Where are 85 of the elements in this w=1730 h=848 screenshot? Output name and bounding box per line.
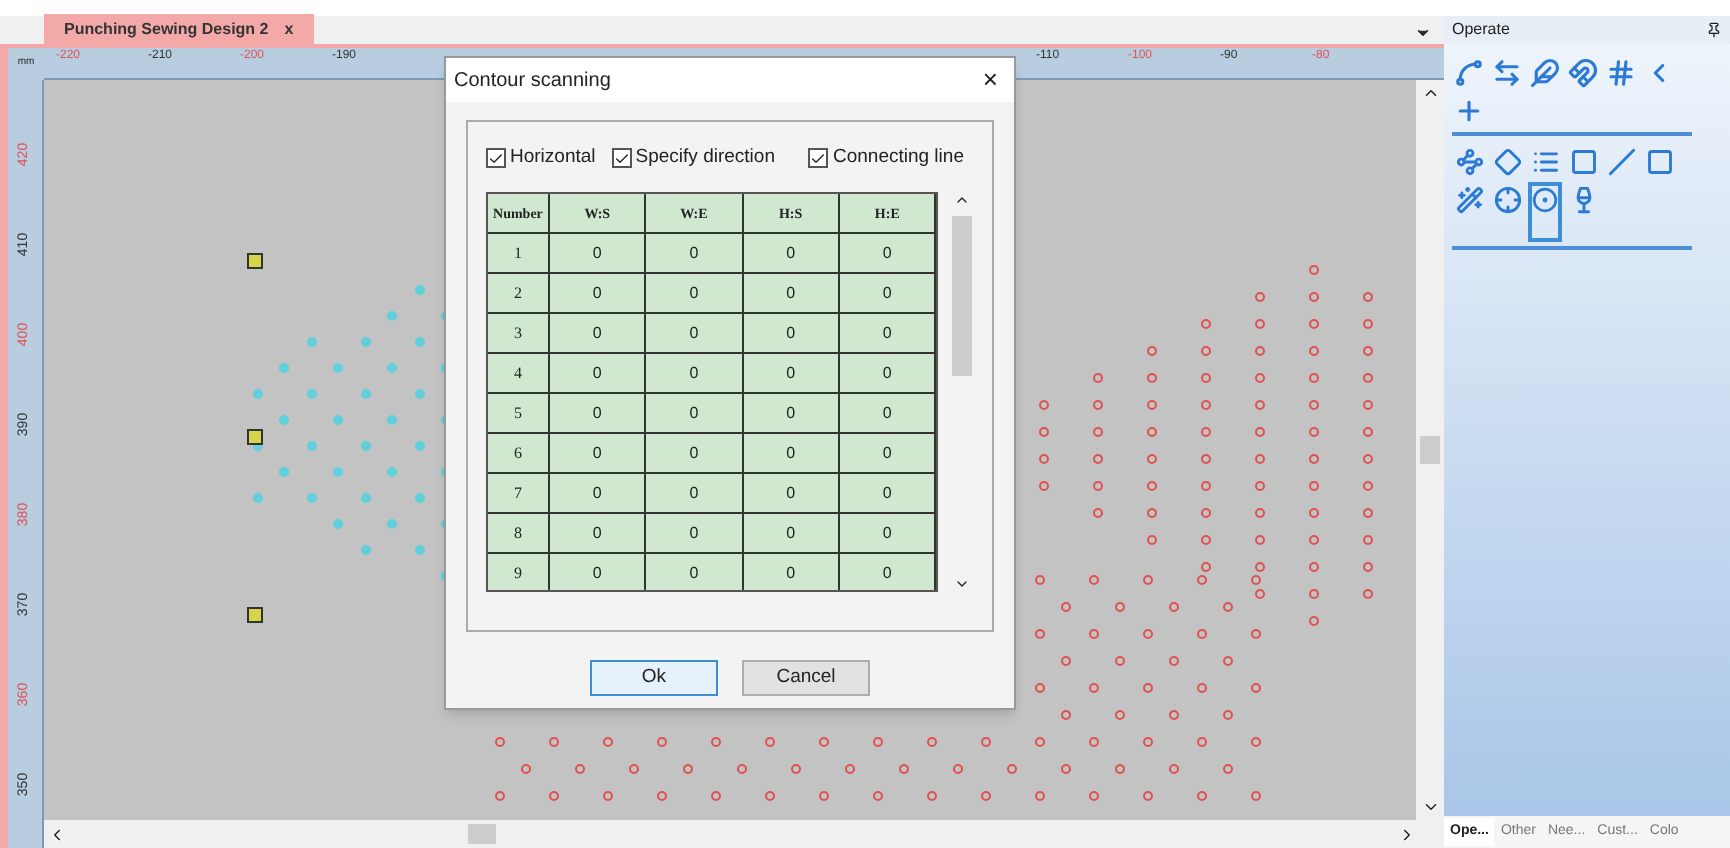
scroll-left-icon[interactable] (48, 825, 66, 843)
table-cell: 0 (839, 354, 937, 393)
dialog-title: Contour scanning (454, 67, 611, 95)
frame-icon[interactable] (1642, 144, 1676, 178)
table-cell: 0 (839, 274, 937, 313)
table-cell: 0 (646, 434, 744, 473)
cancel-button[interactable]: Cancel (742, 660, 870, 696)
spline-icon[interactable] (1452, 56, 1486, 90)
table-cell: 0 (743, 434, 840, 473)
ok-button[interactable]: Ok (590, 660, 718, 696)
square-icon[interactable] (1566, 144, 1600, 178)
table-cell: 0 (646, 354, 744, 393)
magnet-icon[interactable] (1566, 56, 1600, 90)
grid-icon[interactable] (1604, 56, 1638, 90)
table-cell: 0 (549, 474, 647, 513)
table-cell: 0 (839, 234, 937, 273)
option-checkbox[interactable]: Specify direction (611, 144, 775, 173)
scroll-right-icon[interactable] (1398, 825, 1416, 843)
table-cell: 0 (743, 354, 840, 393)
table-cell: 0 (549, 354, 647, 393)
table-cell: 7 (488, 474, 550, 513)
table-cell: 5 (488, 394, 550, 433)
option-checkbox[interactable]: Connecting line (808, 144, 964, 173)
check-icon (488, 149, 504, 168)
table-cell: 0 (646, 554, 744, 591)
table-cell: 3 (488, 314, 550, 353)
table-cell: 0 (743, 474, 840, 513)
feather-icon[interactable] (1528, 56, 1562, 90)
diamond-icon[interactable] (1490, 144, 1524, 178)
pin-icon[interactable] (1706, 22, 1722, 38)
wand-icon[interactable] (1452, 182, 1486, 216)
table-cell: 0 (549, 394, 647, 433)
document-tab[interactable]: Punching Sewing Design 2 x (44, 14, 314, 44)
marker-square[interactable] (247, 607, 263, 623)
marker-square[interactable] (247, 429, 263, 445)
close-button[interactable]: × (974, 60, 1006, 100)
table-cell: 6 (488, 434, 550, 473)
table-cell: 0 (839, 434, 937, 473)
table-cell: 4 (488, 354, 550, 393)
table-cell: 0 (743, 314, 840, 353)
table-cell: 0 (549, 514, 647, 553)
panel-title: Operate (1452, 18, 1510, 42)
target-icon[interactable] (1528, 182, 1562, 242)
check-icon (810, 149, 827, 168)
table-cell: 0 (646, 474, 744, 513)
horizontal-scrollbar[interactable] (44, 820, 1444, 848)
close-tab-button[interactable]: x (284, 17, 294, 41)
table-cell: 0 (839, 514, 937, 553)
table-cell: 1 (488, 234, 550, 273)
table-cell: 0 (549, 434, 647, 473)
table-cell: 0 (646, 274, 744, 313)
table-cell: 0 (743, 274, 840, 313)
table-cell: 0 (549, 554, 647, 591)
table-cell: 0 (743, 234, 840, 273)
table-cell: 0 (646, 514, 744, 553)
vertical-scrollbar[interactable] (1416, 80, 1444, 820)
scrollbar-thumb[interactable] (1420, 436, 1440, 464)
check-icon (613, 149, 630, 168)
crosshair-icon[interactable] (1490, 182, 1524, 216)
scrollbar-thumb[interactable] (468, 824, 496, 844)
option-checkbox[interactable]: Horizontal (486, 144, 596, 173)
table-cell: 0 (839, 554, 937, 591)
table-cell: 0 (839, 394, 937, 433)
table-cell: 0 (646, 314, 744, 353)
scroll-up-icon[interactable] (1421, 84, 1439, 102)
table-cell: 8 (488, 514, 550, 553)
table-cell: 0 (646, 234, 744, 273)
table-cell: 0 (743, 554, 840, 591)
dropdown-icon[interactable] (1414, 24, 1432, 42)
table-cell: 0 (839, 474, 937, 513)
nodes-icon[interactable] (1452, 144, 1486, 178)
table-cell: 0 (743, 514, 840, 553)
marker-square[interactable] (247, 253, 263, 269)
scrollbar-thumb[interactable] (952, 216, 973, 377)
table-cell: 9 (488, 554, 550, 591)
table-cell: 0 (549, 314, 647, 353)
arrows-icon[interactable] (1490, 56, 1524, 90)
table-cell: 0 (549, 234, 647, 273)
line-icon[interactable] (1604, 144, 1638, 178)
table-cell: 0 (549, 274, 647, 313)
table-cell: 0 (646, 394, 744, 433)
scroll-down-icon[interactable] (1421, 798, 1439, 816)
table-cell: 0 (839, 314, 937, 353)
table-cell: 0 (743, 394, 840, 433)
table-cell: 2 (488, 274, 550, 313)
